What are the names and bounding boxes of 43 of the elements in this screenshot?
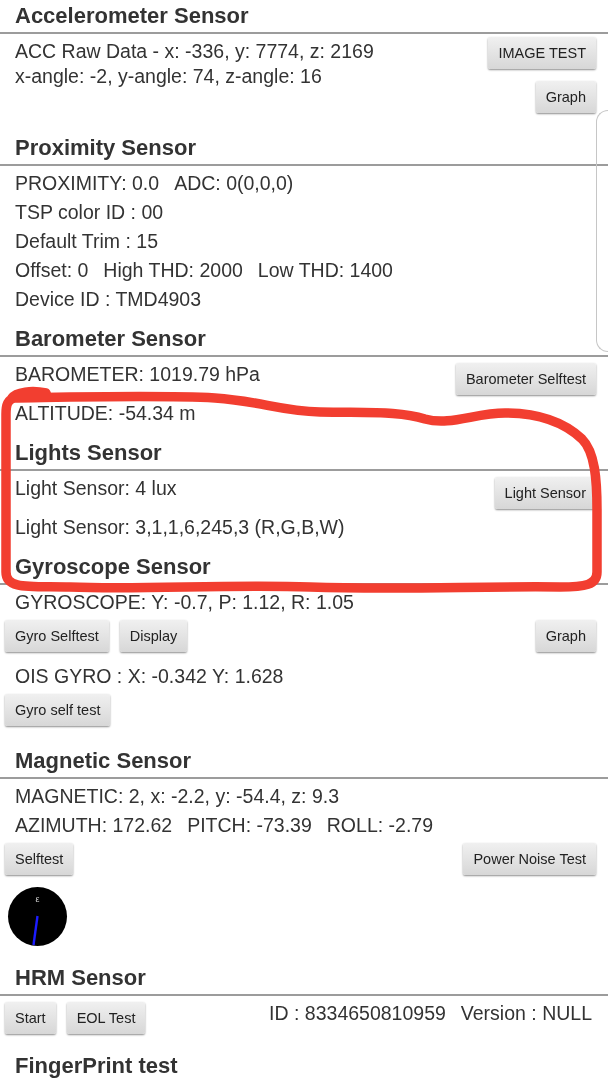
sensor-reading: Device ID : TMD4903 [15,287,202,312]
section-heading: Accelerometer Sensor [15,3,249,29]
action-button[interactable]: Selftest [5,843,74,875]
sensor-reading: Version : NULL [460,1001,592,1026]
section-heading: Barometer Sensor [15,326,206,352]
sensor-reading: MAGNETIC: 2, x: -2.2, y: -54.4, z: 9.3 [15,784,340,809]
action-button[interactable]: Gyro self test [5,694,111,726]
sensor-reading: TSP color ID : 00 [15,200,164,225]
sensor-reading: Offset: 0 [15,258,89,283]
action-button[interactable]: Display [119,620,188,652]
sensor-reading: ROLL: -2.79 [326,813,433,838]
compass-letter: ε [35,894,40,904]
action-button[interactable]: Graph [535,81,596,113]
action-button[interactable]: Start [5,1002,56,1034]
sensor-reading: Default Trim : 15 [15,229,159,254]
sensor-reading: Light Sensor: 3,1,1,6,245,3 (R,G,B,W) [15,515,345,540]
section-heading: Proximity Sensor [15,135,196,161]
sensor-reading: ACC Raw Data - x: -336, y: 7774, z: 2169 [15,39,374,64]
sensor-reading: BAROMETER: 1019.79 hPa [15,362,260,387]
sensor-reading: ID : 8334650810959 [269,1001,446,1026]
section-heading: Gyroscope Sensor [15,554,211,580]
sensor-reading: OIS GYRO : X: -0.342 Y: 1.628 [15,664,284,689]
sensor-reading: AZIMUTH: 172.62 [15,813,173,838]
sensor-reading: High THD: 2000 [103,258,243,283]
section-heading: FingerPrint test [15,1053,178,1079]
section-heading: HRM Sensor [15,965,146,991]
compass-needle-icon [32,915,39,946]
sensor-reading: ADC: 0(0,0,0) [174,171,294,196]
sensor-reading: PROXIMITY: 0.0 [15,171,160,196]
sensor-reading: Light Sensor: 4 lux [15,476,177,501]
action-button[interactable]: Gyro Selftest [5,620,109,652]
sensor-reading: PITCH: -73.39 [187,813,312,838]
sensor-reading: ALTITUDE: -54.34 m [15,401,196,426]
action-button[interactable]: Graph [535,620,596,652]
sensor-reading: x-angle: -2, y-angle: 74, z-angle: 16 [15,64,322,89]
action-button[interactable]: IMAGE TEST [488,37,596,69]
section-heading: Lights Sensor [15,440,162,466]
action-button[interactable]: EOL Test [66,1002,146,1034]
sensor-reading: GYROSCOPE: Y: -0.7, P: 1.12, R: 1.05 [15,590,354,615]
action-button[interactable]: Barometer Selftest [455,363,596,395]
action-button[interactable]: Power Noise Test [463,843,596,875]
section-heading: Magnetic Sensor [15,748,192,774]
sensor-reading: Low THD: 1400 [257,258,393,283]
